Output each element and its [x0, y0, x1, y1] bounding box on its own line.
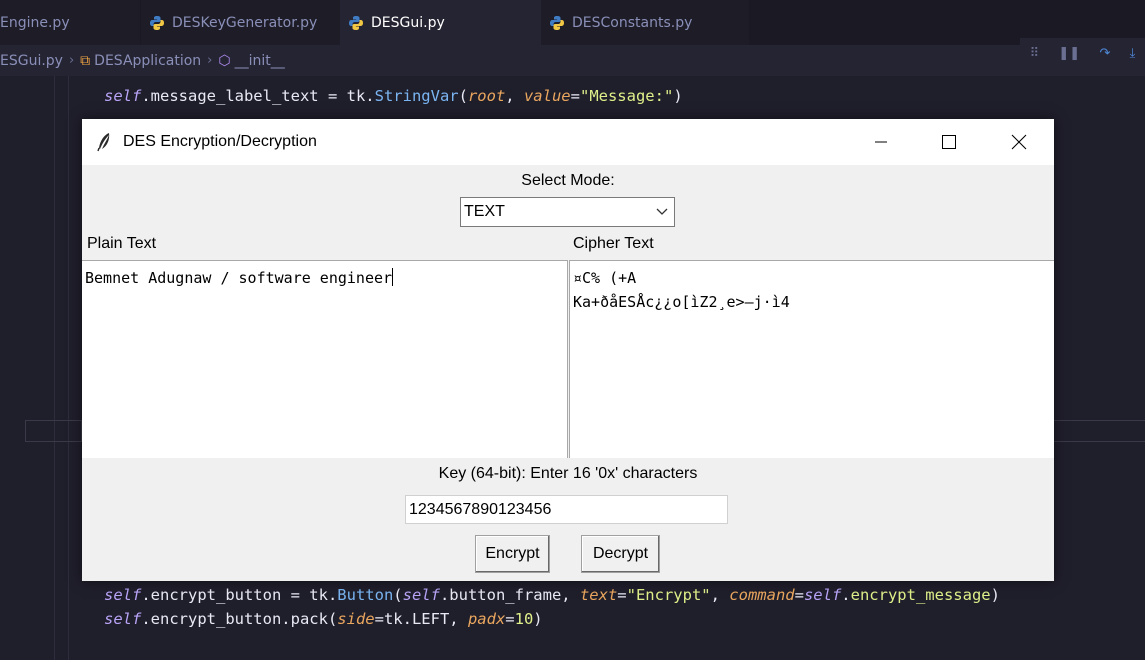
breadcrumb-class[interactable]: DESApplication	[94, 53, 201, 69]
code-line: self.message_label_text = tk.StringVar(r…	[104, 87, 683, 105]
class-icon: ⧉	[80, 53, 90, 69]
key-input-value: 1234567890123456	[409, 501, 551, 519]
key-label: Key (64-bit): Enter 16 '0x' characters	[82, 465, 1054, 483]
chevron-down-icon	[656, 208, 668, 216]
tab-desengine[interactable]: Engine.py	[0, 0, 140, 45]
restart-icon[interactable]: ↷	[1099, 46, 1110, 61]
decrypt-button[interactable]: Decrypt	[581, 535, 660, 573]
method-icon: ⬡	[218, 53, 230, 69]
cipher-text-line: Ka+ðåESÅc¿¿o[ìZ2¸e>–j·ì4	[573, 290, 1051, 314]
maximize-button[interactable]	[914, 119, 984, 165]
editor-tab-bar: Engine.py DESKeyGenerator.py DESGui.py D…	[0, 0, 1145, 45]
mode-selected-value: TEXT	[464, 203, 505, 221]
feather-icon	[96, 132, 112, 152]
key-input[interactable]: 1234567890123456	[405, 495, 728, 524]
tab-deskeygenerator[interactable]: DESKeyGenerator.py	[141, 0, 347, 45]
step-into-icon[interactable]: ⤓	[1130, 46, 1136, 61]
encrypt-button[interactable]: Encrypt	[475, 535, 550, 573]
chevron-right-icon: ›	[207, 53, 212, 68]
chevron-right-icon: ›	[69, 53, 74, 68]
close-icon	[1011, 134, 1027, 150]
python-file-icon	[348, 15, 364, 31]
window-title: DES Encryption/Decryption	[123, 133, 317, 151]
tab-label: DESKeyGenerator.py	[172, 15, 317, 31]
debug-toolbar: ⠿ ❚❚ ↷ ⤓	[1020, 38, 1145, 68]
cipher-text-label: Cipher Text	[573, 235, 654, 253]
breadcrumb: ESGui.py › ⧉ DESApplication › ⬡ __init__	[0, 45, 1145, 76]
tab-label: DESConstants.py	[572, 15, 692, 31]
mode-combobox[interactable]: TEXT	[460, 197, 675, 227]
indent-guide	[54, 76, 55, 660]
python-file-icon	[549, 15, 565, 31]
minimize-icon	[874, 135, 888, 149]
indent-guide	[68, 76, 69, 660]
select-mode-label: Select Mode:	[82, 172, 1054, 190]
tab-label: DESGui.py	[371, 15, 445, 31]
drag-handle-icon[interactable]: ⠿	[1030, 46, 1040, 61]
python-file-icon	[149, 15, 165, 31]
code-line: self.encrypt_button.pack(side=tk.LEFT, p…	[104, 610, 543, 628]
plain-text-content: Bemnet Adugnaw / software engineer	[85, 269, 392, 287]
dialog-titlebar[interactable]: DES Encryption/Decryption	[82, 119, 1054, 165]
cipher-text-area[interactable]: ¤C% (+A  Ka+ðåESÅc¿¿o[ìZ2¸e>–j·ì4	[569, 260, 1054, 458]
tab-desgui[interactable]: DESGui.py	[340, 0, 548, 45]
pause-icon[interactable]: ❚❚	[1058, 46, 1080, 61]
breadcrumb-file[interactable]: ESGui.py	[0, 53, 63, 69]
breadcrumb-method[interactable]: __init__	[235, 53, 285, 69]
plain-text-label: Plain Text	[87, 235, 156, 253]
plain-text-area[interactable]: Bemnet Adugnaw / software engineer	[82, 260, 568, 458]
cipher-text-line: ¤C% (+A 	[573, 266, 1051, 290]
minimize-button[interactable]	[846, 119, 916, 165]
maximize-icon	[941, 134, 957, 150]
des-dialog-window: DES Encryption/Decryption Select Mode: T…	[82, 119, 1054, 581]
tab-desconstants[interactable]: DESConstants.py	[541, 0, 749, 45]
text-caret	[392, 268, 393, 286]
code-line: self.encrypt_button = tk.Button(self.but…	[104, 586, 1000, 604]
close-button[interactable]	[984, 119, 1054, 165]
tab-label: Engine.py	[0, 15, 70, 31]
